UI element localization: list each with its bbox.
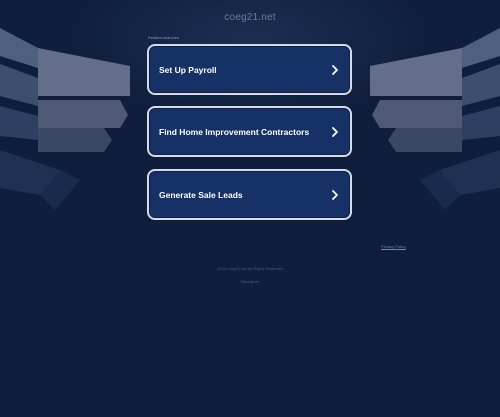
domain-title: coeg21.net [224, 12, 276, 23]
chevron-right-icon [330, 125, 340, 139]
link-label: Find Home Improvement Contractors [159, 126, 310, 137]
privacy-policy-link[interactable]: Privacy Policy [381, 244, 406, 249]
link-generate-sale-leads[interactable]: Generate Sale Leads [147, 169, 352, 220]
link-label: Set Up Payroll [159, 64, 217, 75]
chevron-right-icon [330, 63, 340, 77]
link-set-up-payroll[interactable]: Set Up Payroll [147, 44, 352, 95]
chevron-right-icon [330, 188, 340, 202]
right-decorative-wing [370, 28, 500, 210]
link-label: Generate Sale Leads [159, 189, 243, 200]
disclaimer-link[interactable]: Disclaimer [0, 279, 500, 284]
left-decorative-wing [0, 28, 130, 210]
copyright-text: 2024 coeg21.net All Rights Reserved [217, 266, 283, 271]
link-find-home-improvement-contractors[interactable]: Find Home Improvement Contractors [147, 106, 352, 157]
related-searches-label: Related searches [148, 35, 180, 40]
